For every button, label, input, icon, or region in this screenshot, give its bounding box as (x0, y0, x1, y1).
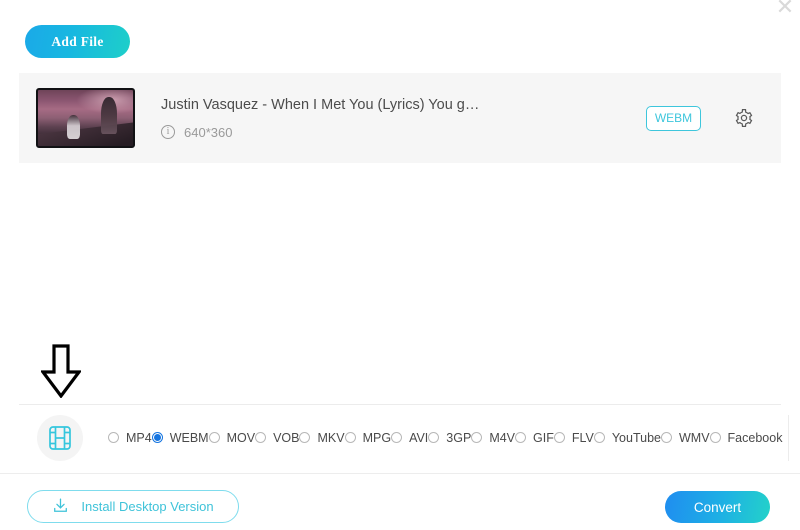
video-thumbnail (36, 88, 135, 148)
format-option-label: VOB (273, 430, 300, 445)
format-option-vob[interactable]: VOB (255, 431, 299, 445)
format-option-label: WMV (678, 430, 710, 445)
format-option-wmv[interactable]: WMV (660, 430, 710, 445)
radio-icon[interactable] (151, 432, 163, 443)
file-format-badge[interactable]: WEBM (646, 105, 701, 131)
thumbnail-figure-left (66, 115, 80, 139)
format-option-label: MP4 (126, 430, 152, 445)
format-option-mkv[interactable]: MKV (299, 430, 345, 445)
install-desktop-version-button[interactable]: Install Desktop Version (27, 490, 239, 523)
file-resolution: 640*360 (184, 124, 233, 140)
radio-icon[interactable] (660, 432, 672, 443)
install-desktop-version-label: Install Desktop Version (81, 499, 214, 514)
thumbnail-foreground (38, 120, 133, 146)
radio-icon[interactable] (553, 432, 565, 443)
file-details: Justin Vasquez - When I Met You (Lyrics)… (161, 97, 646, 140)
radio-icon[interactable] (515, 432, 527, 443)
gear-icon[interactable] (734, 108, 754, 128)
add-file-area: Add File (25, 25, 130, 58)
info-circle-icon[interactable]: i (161, 125, 175, 139)
radio-icon[interactable] (709, 432, 721, 443)
thumbnail-figure-right (100, 96, 117, 134)
radio-icon[interactable] (108, 432, 119, 443)
radio-icon[interactable] (255, 432, 267, 443)
radio-icon[interactable] (344, 432, 356, 443)
film-strip-icon[interactable] (37, 414, 83, 461)
format-bar: MP4 WEBM MOV VOB MKV MPG AVI 3GP M4V GIF FLV YouTub… (19, 405, 790, 470)
format-option-flv[interactable]: FLV (553, 430, 594, 445)
file-title: Justin Vasquez - When I Met You (Lyrics)… (161, 96, 480, 113)
format-option-label: FLV (571, 430, 594, 445)
format-options: MP4 WEBM MOV VOB MKV MPG AVI 3GP M4V GIF FLV YouTub… (108, 425, 782, 451)
format-option-facebook[interactable]: Facebook (709, 430, 783, 445)
radio-icon[interactable] (299, 432, 311, 443)
format-option-youtube[interactable]: YouTube (593, 430, 661, 445)
format-option-label: WEBM (169, 430, 209, 445)
file-subline: i 640*360 (161, 125, 646, 140)
file-row[interactable]: Justin Vasquez - When I Met You (Lyrics)… (19, 73, 781, 163)
radio-icon[interactable] (471, 432, 483, 443)
format-option-webm[interactable]: WEBM (151, 430, 209, 445)
convert-button[interactable]: Convert (665, 491, 770, 523)
down-arrow-annotation (39, 344, 83, 399)
format-option-mov[interactable]: MOV (208, 430, 256, 445)
format-option-3gp[interactable]: 3GP (428, 431, 471, 445)
radio-icon[interactable] (391, 432, 403, 443)
format-option-mpg[interactable]: MPG (344, 430, 392, 445)
format-option-label: MKV (317, 430, 345, 445)
format-option-label: MPG (362, 430, 392, 445)
radio-icon[interactable] (208, 432, 220, 443)
format-option-label: AVI (409, 430, 429, 445)
add-file-button[interactable]: Add File (25, 25, 130, 58)
radio-icon[interactable] (428, 432, 440, 443)
format-option-label: MOV (226, 430, 256, 445)
format-option-label: GIF (533, 430, 554, 445)
format-option-m4v[interactable]: M4V (471, 431, 515, 445)
format-option-gif[interactable]: GIF (515, 431, 554, 445)
format-option-label: YouTube (611, 430, 661, 445)
footer-divider (0, 473, 800, 474)
format-option-label: M4V (489, 430, 516, 445)
format-option-avi[interactable]: AVI (391, 431, 428, 445)
radio-icon[interactable] (593, 432, 605, 443)
close-icon[interactable]: ✕ (772, 0, 798, 20)
music-note-icon[interactable] (789, 423, 800, 453)
format-option-label: Facebook (727, 430, 783, 445)
video-converter-app: ✕ Add File Justin Vasquez - When I Met Y… (0, 0, 800, 530)
format-option-mp4[interactable]: MP4 (108, 431, 152, 445)
download-icon (52, 497, 69, 517)
format-option-label: 3GP (446, 430, 472, 445)
